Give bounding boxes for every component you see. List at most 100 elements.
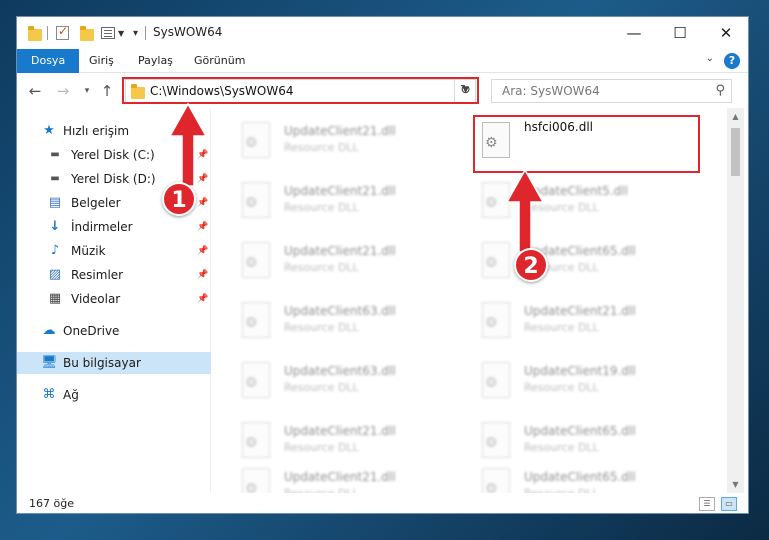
file-item[interactable]: UpdateClient65.dll Resource DLL bbox=[452, 236, 672, 292]
status-bar: 167 öğe ☰ ▭ bbox=[17, 493, 748, 513]
sidebar-item-label: OneDrive bbox=[63, 324, 120, 338]
file-type: Resource DLL bbox=[524, 381, 599, 394]
file-type: Resource DLL bbox=[284, 261, 359, 274]
details-view-icon[interactable]: ☰ bbox=[699, 497, 715, 511]
file-name: UpdateClient21.dll bbox=[284, 244, 396, 258]
file-name: UpdateClient19.dll bbox=[524, 364, 636, 378]
search-icon[interactable]: ⚲ bbox=[715, 83, 725, 98]
forward-arrow-icon[interactable]: → bbox=[53, 81, 73, 101]
search-box[interactable]: Ara: SysWOW64 ⚲ bbox=[491, 79, 732, 103]
file-item[interactable]: UpdateClient21.dll Resource DLL bbox=[212, 462, 432, 493]
sidebar-item-pictures[interactable]: ▨ Resimler 📌 bbox=[17, 264, 211, 286]
downloads-icon: ↓ bbox=[49, 219, 61, 234]
ribbon-expand-icon[interactable]: ⌄ bbox=[706, 53, 714, 64]
pin-icon[interactable]: 📌 bbox=[197, 264, 208, 286]
properties-check-icon[interactable] bbox=[55, 24, 71, 41]
file-item[interactable]: UpdateClient21.dll Resource DLL bbox=[212, 176, 432, 232]
file-name: UpdateClient21.dll bbox=[284, 424, 396, 438]
dll-file-icon bbox=[242, 182, 270, 218]
sidebar-item-onedrive[interactable]: ☁ OneDrive bbox=[17, 320, 211, 342]
dll-file-icon bbox=[242, 242, 270, 278]
address-bar-highlight bbox=[122, 77, 479, 104]
pictures-icon: ▨ bbox=[48, 267, 62, 282]
tab-giris[interactable]: Giriş bbox=[79, 49, 124, 73]
file-name: UpdateClient21.dll bbox=[284, 470, 396, 484]
sidebar-item-label: Bu bilgisayar bbox=[63, 356, 141, 370]
new-folder-icon[interactable] bbox=[79, 25, 95, 41]
view-options-icon[interactable] bbox=[101, 25, 117, 41]
file-type: Resource DLL bbox=[524, 321, 599, 334]
file-item[interactable]: UpdateClient63.dll Resource DLL bbox=[212, 356, 432, 412]
sidebar-item-label: Müzik bbox=[71, 244, 106, 258]
toolbar-separator bbox=[47, 26, 48, 40]
folder-icon bbox=[27, 25, 43, 41]
customize-toolbar-icon[interactable]: ▾ bbox=[133, 28, 138, 39]
sidebar-item-quick-access[interactable]: ★ Hızlı erişim bbox=[17, 120, 211, 142]
file-name: UpdateClient65.dll bbox=[524, 424, 636, 438]
pin-icon[interactable]: 📌 bbox=[197, 216, 208, 238]
sidebar-item-this-pc[interactable]: 🖥 Bu bilgisayar bbox=[17, 352, 211, 374]
file-type: Resource DLL bbox=[284, 321, 359, 334]
file-name: UpdateClient63.dll bbox=[284, 364, 396, 378]
tab-gorunum[interactable]: Görünüm bbox=[184, 49, 255, 73]
tiles-view-icon[interactable]: ▭ bbox=[721, 497, 737, 511]
dll-file-icon bbox=[242, 122, 270, 158]
sidebar-item-label: Videolar bbox=[71, 292, 121, 306]
title-bar: ▼ ▾ SysWOW64 — ☐ ✕ bbox=[17, 17, 748, 49]
file-name: UpdateClient21.dll bbox=[284, 124, 396, 138]
step-badge-1: 1 bbox=[162, 182, 196, 216]
file-name: UpdateClient5.dll bbox=[524, 184, 628, 198]
up-arrow-icon[interactable]: ↑ bbox=[97, 81, 117, 101]
drive-icon: ▬ bbox=[50, 149, 60, 160]
step-badge-2: 2 bbox=[514, 248, 548, 282]
file-type: Resource DLL bbox=[284, 141, 359, 154]
help-icon[interactable]: ? bbox=[724, 53, 740, 69]
search-input[interactable]: Ara: SysWOW64 bbox=[502, 84, 600, 98]
drive-icon: ▬ bbox=[50, 173, 60, 184]
dll-file-icon bbox=[242, 362, 270, 398]
tab-paylas[interactable]: Paylaş bbox=[128, 49, 183, 73]
pin-icon[interactable]: 📌 bbox=[197, 144, 208, 166]
back-arrow-icon[interactable]: ← bbox=[25, 81, 45, 101]
maximize-button[interactable]: ☐ bbox=[657, 17, 703, 49]
file-item[interactable]: UpdateClient5.dll Resource DLL bbox=[452, 176, 672, 232]
tab-dosya[interactable]: Dosya bbox=[17, 49, 80, 73]
pin-icon[interactable]: 📌 bbox=[197, 240, 208, 262]
sidebar-item-videos[interactable]: ▦ Videolar 📌 bbox=[17, 288, 211, 310]
file-name: UpdateClient63.dll bbox=[284, 304, 396, 318]
sidebar-item-music[interactable]: ♪ Müzik 📌 bbox=[17, 240, 211, 262]
dll-file-icon bbox=[482, 302, 510, 338]
file-item[interactable]: UpdateClient19.dll Resource DLL bbox=[452, 356, 672, 412]
pin-icon[interactable]: 📌 bbox=[197, 168, 208, 190]
file-item[interactable]: UpdateClient63.dll Resource DLL bbox=[212, 296, 432, 352]
minimize-button[interactable]: — bbox=[611, 17, 657, 49]
sidebar-item-downloads[interactable]: ↓ İndirmeler 📌 bbox=[17, 216, 211, 238]
file-name: UpdateClient65.dll bbox=[524, 470, 636, 484]
sidebar-item-label: Hızlı erişim bbox=[63, 124, 130, 138]
pin-icon[interactable]: 📌 bbox=[197, 288, 208, 310]
file-item[interactable]: UpdateClient21.dll Resource DLL bbox=[452, 296, 672, 352]
sidebar-item-local-disk-c[interactable]: ▬ Yerel Disk (C:) 📌 bbox=[17, 144, 211, 166]
scroll-down-icon[interactable]: ▼ bbox=[727, 476, 744, 493]
recent-locations-icon[interactable]: ▾ bbox=[77, 81, 97, 101]
file-highlight bbox=[473, 115, 700, 173]
scroll-thumb[interactable] bbox=[731, 128, 740, 176]
pin-icon[interactable]: 📌 bbox=[197, 192, 208, 214]
close-button[interactable]: ✕ bbox=[703, 17, 748, 49]
dll-file-icon bbox=[482, 362, 510, 398]
ribbon-tabs: Dosya Giriş Paylaş Görünüm ⌄ ? bbox=[17, 49, 748, 73]
item-count: 167 öğe bbox=[29, 497, 74, 510]
scroll-up-icon[interactable]: ▲ bbox=[727, 108, 744, 125]
dll-file-icon bbox=[242, 302, 270, 338]
sidebar-item-label: Belgeler bbox=[71, 196, 121, 210]
window-title: SysWOW64 bbox=[153, 25, 223, 39]
sidebar-item-network[interactable]: ⌘ Ağ bbox=[17, 384, 211, 406]
network-icon: ⌘ bbox=[42, 387, 56, 402]
file-item[interactable]: UpdateClient65.dll Resource DLL bbox=[452, 462, 672, 493]
star-icon: ★ bbox=[43, 123, 55, 138]
chevron-down-icon[interactable]: ▼ bbox=[118, 29, 124, 38]
documents-icon: ▤ bbox=[48, 195, 62, 210]
file-item[interactable]: UpdateClient21.dll Resource DLL bbox=[212, 116, 432, 172]
file-item[interactable]: UpdateClient21.dll Resource DLL bbox=[212, 236, 432, 292]
vertical-scrollbar[interactable]: ▲ ▼ bbox=[727, 108, 744, 493]
